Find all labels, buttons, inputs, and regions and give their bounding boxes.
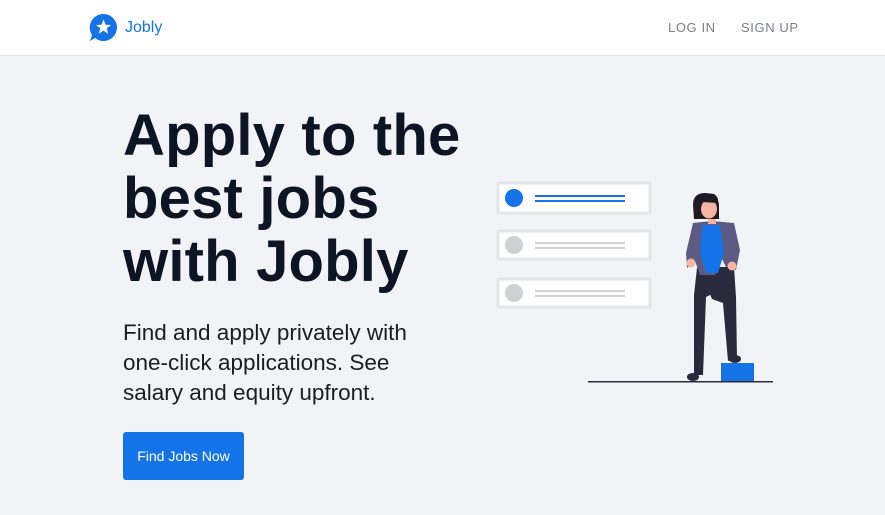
list-card	[496, 277, 652, 309]
list-card-active	[496, 181, 652, 215]
list-card	[496, 229, 652, 261]
star-chat-bubble-icon	[89, 13, 117, 41]
person-figure	[686, 193, 741, 381]
brand-name: Jobly	[125, 18, 163, 36]
job-list-illustration	[496, 181, 773, 383]
hero-subtitle: Find and apply privately with one-click …	[123, 320, 407, 405]
ground-line	[588, 381, 773, 383]
login-link[interactable]: LOG IN	[668, 20, 716, 35]
navbar: Jobly LOG IN SIGN UP	[0, 0, 885, 56]
brand-link[interactable]: Jobly	[89, 13, 162, 42]
find-jobs-button[interactable]: Find Jobs Now	[123, 432, 244, 480]
signup-link[interactable]: SIGN UP	[741, 20, 799, 35]
hero-title: Apply to the best jobs with Jobly	[123, 103, 461, 294]
blue-box	[721, 363, 754, 381]
